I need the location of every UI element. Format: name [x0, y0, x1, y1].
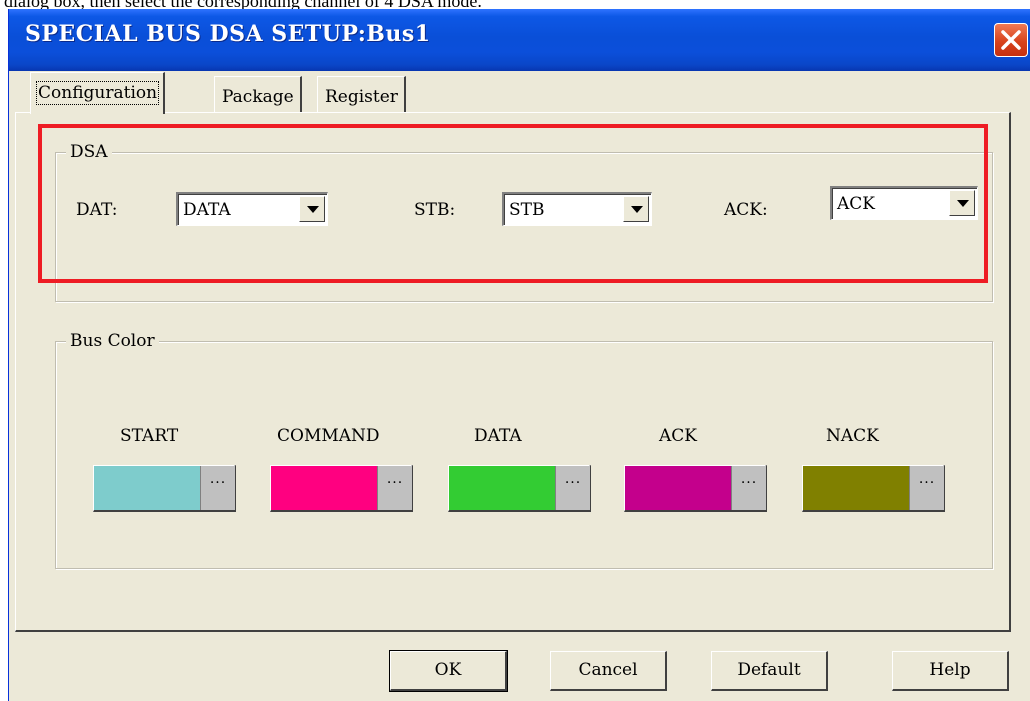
dat-select[interactable]: DATA — [176, 192, 328, 226]
stb-select-value: STB — [509, 200, 545, 220]
command-color-button[interactable]: ... — [270, 465, 413, 512]
start-color-button[interactable]: ... — [93, 465, 236, 512]
bus-color-group-label: Bus Color — [66, 331, 159, 351]
dat-dropdown-button[interactable] — [299, 196, 325, 222]
data-color-fill — [449, 466, 555, 510]
bus-color-group — [55, 341, 993, 569]
start-color-picker[interactable]: ... — [200, 466, 235, 510]
ack-dropdown-button[interactable] — [949, 190, 975, 216]
data-color-label: DATA — [474, 426, 522, 446]
close-icon — [1001, 30, 1021, 50]
start-color-fill — [94, 466, 200, 510]
command-color-picker[interactable]: ... — [377, 466, 412, 510]
chevron-down-icon — [307, 206, 319, 213]
ack-color-label: ACK — [659, 426, 697, 446]
tab-package-label: Package — [222, 87, 294, 107]
ack-color-button[interactable]: ... — [624, 465, 767, 512]
tab-package[interactable]: Package — [214, 76, 302, 112]
ack-color-picker[interactable]: ... — [731, 466, 766, 510]
nack-color-fill — [803, 466, 909, 510]
ack-color-fill — [625, 466, 731, 510]
close-button[interactable] — [994, 23, 1028, 57]
dat-label: DAT: — [76, 200, 118, 220]
chevron-down-icon — [631, 206, 643, 213]
chevron-down-icon — [957, 200, 969, 207]
data-color-picker[interactable]: ... — [555, 466, 590, 510]
tab-configuration[interactable]: Configuration — [30, 72, 166, 114]
stb-dropdown-button[interactable] — [623, 196, 649, 222]
nack-color-label: NACK — [826, 426, 879, 446]
dsa-group-label: DSA — [66, 142, 112, 162]
ack-label: ACK: — [724, 200, 768, 220]
tab-configuration-label: Configuration — [35, 81, 160, 105]
cancel-button[interactable]: Cancel — [550, 651, 667, 691]
start-color-label: START — [120, 426, 179, 446]
command-color-label: COMMAND — [277, 426, 380, 446]
stb-select[interactable]: STB — [502, 192, 652, 226]
ack-select[interactable]: ACK — [830, 186, 978, 220]
tab-register[interactable]: Register — [317, 76, 406, 112]
title-bar[interactable]: SPECIAL BUS DSA SETUP:Bus1 — [9, 9, 1030, 71]
help-button[interactable]: Help — [892, 651, 1009, 691]
document-caption: dialog box, then select the correspondin… — [0, 0, 1030, 9]
ok-button[interactable]: OK — [389, 650, 508, 692]
default-button[interactable]: Default — [711, 651, 828, 691]
dsa-group — [55, 152, 993, 302]
data-color-button[interactable]: ... — [448, 465, 591, 512]
tab-register-label: Register — [325, 87, 398, 107]
stb-label: STB: — [414, 200, 456, 220]
nack-color-button[interactable]: ... — [802, 465, 945, 512]
window-title: SPECIAL BUS DSA SETUP:Bus1 — [25, 21, 431, 47]
dat-select-value: DATA — [183, 200, 231, 220]
command-color-fill — [271, 466, 377, 510]
nack-color-picker[interactable]: ... — [909, 466, 944, 510]
ack-select-value: ACK — [837, 194, 875, 214]
